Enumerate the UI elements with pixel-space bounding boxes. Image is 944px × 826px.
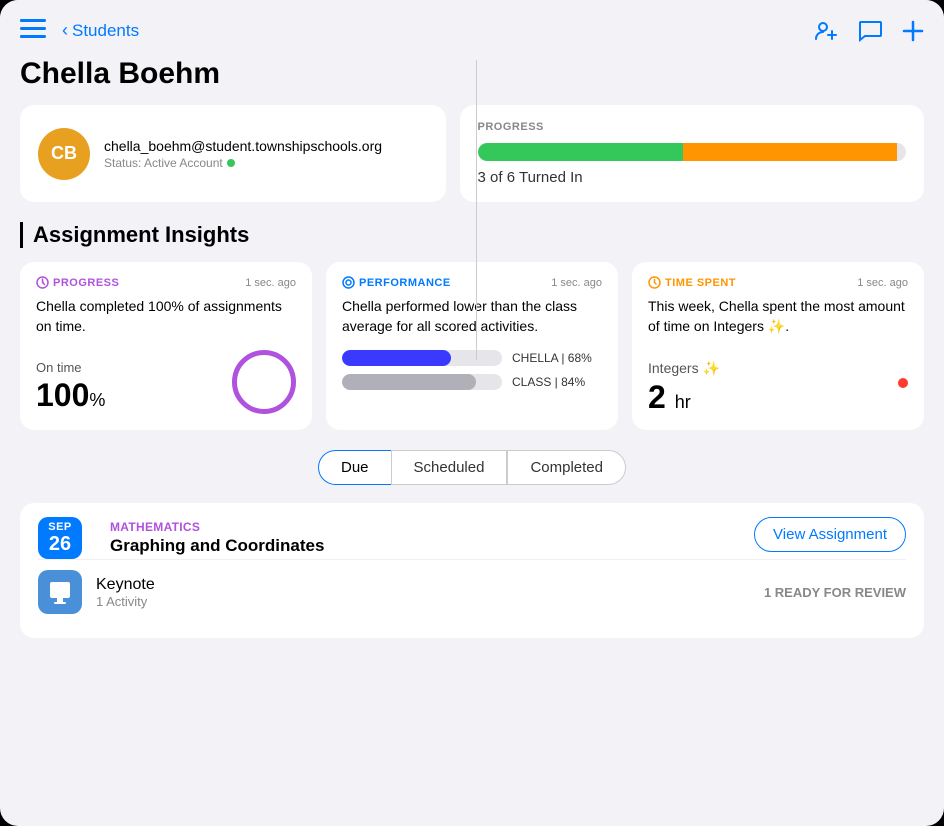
insight-card-performance: PERFORMANCE 1 sec. ago Chella performed … — [326, 262, 618, 430]
insight-header-time: TIME SPENT 1 sec. ago — [648, 276, 908, 289]
keynote-icon — [38, 570, 82, 614]
chella-bar-fill — [342, 350, 451, 366]
insight-bottom-progress: On time 100% — [36, 350, 296, 414]
class-bar-bg — [342, 374, 502, 390]
top-bar-right — [814, 19, 924, 43]
view-assignment-button[interactable]: View Assignment — [754, 517, 906, 552]
on-time-label: On time — [36, 360, 105, 375]
assignment-subject: MATHEMATICS — [110, 520, 324, 534]
progress-bar-orange — [683, 143, 897, 161]
performance-type-label: PERFORMANCE — [359, 277, 451, 289]
on-time-value: 100% — [36, 377, 105, 414]
assignment-date-badge: SEP 26 — [38, 517, 82, 559]
profile-status: Status: Active Account — [104, 156, 382, 170]
profile-card: CB chella_boehm@student.townshipschools.… — [20, 105, 446, 202]
back-button[interactable]: ‹ Students — [62, 20, 139, 41]
insight-type-time: TIME SPENT — [648, 276, 736, 289]
insight-time-progress: 1 sec. ago — [245, 277, 296, 289]
filter-tab-due[interactable]: Due — [318, 450, 391, 485]
insights-section-title: Assignment Insights — [20, 222, 924, 248]
activity-left: Keynote 1 Activity — [38, 570, 155, 614]
chella-bar-row: CHELLA | 68% — [342, 350, 602, 366]
time-dot-icon — [898, 378, 908, 388]
insight-card-progress: PROGRESS 1 sec. ago Chella completed 100… — [20, 262, 312, 430]
insight-header-performance: PERFORMANCE 1 sec. ago — [342, 276, 602, 289]
message-button[interactable] — [858, 20, 882, 42]
insight-desc-time: This week, Chella spent the most amount … — [648, 297, 908, 336]
chella-bar-bg — [342, 350, 502, 366]
assignment-header: SEP 26 MATHEMATICS Graphing and Coordina… — [38, 517, 906, 559]
progress-type-label: PROGRESS — [53, 277, 119, 289]
activity-status: 1 READY FOR REVIEW — [764, 585, 906, 600]
status-label: Status: Active Account — [104, 156, 223, 170]
time-type-label: TIME SPENT — [665, 277, 736, 289]
assignment-name: Graphing and Coordinates — [110, 536, 324, 556]
main-content: Chella Boehm CB chella_boehm@student.tow… — [0, 53, 944, 819]
time-bottom: Integers ✨ 2 hr — [648, 350, 908, 416]
chella-bar-label: CHELLA | 68% — [512, 351, 592, 365]
assignment-card: SEP 26 MATHEMATICS Graphing and Coordina… — [20, 503, 924, 638]
add-student-button[interactable] — [814, 19, 838, 43]
progress-bar-container — [478, 143, 906, 161]
activity-details: Keynote 1 Activity — [96, 576, 155, 609]
insight-card-time: TIME SPENT 1 sec. ago This week, Chella … — [632, 262, 924, 430]
progress-bar-green — [478, 143, 684, 161]
page-title: Chella Boehm — [20, 57, 924, 91]
time-subject: Integers ✨ — [648, 360, 720, 377]
vertical-divider — [476, 60, 477, 360]
date-month: SEP — [48, 521, 72, 533]
date-day: 26 — [49, 533, 71, 555]
insight-type-progress: PROGRESS — [36, 276, 119, 289]
progress-summary: 3 of 6 Turned In — [478, 169, 906, 186]
back-label: Students — [72, 21, 139, 41]
activity-count: 1 Activity — [96, 594, 155, 609]
top-bar-left: ‹ Students — [16, 14, 139, 47]
insight-desc-performance: Chella performed lower than the class av… — [342, 297, 602, 336]
activity-row: Keynote 1 Activity 1 READY FOR REVIEW — [38, 559, 906, 624]
time-value: 2 hr — [648, 379, 720, 416]
perf-bars: CHELLA | 68% CLASS | 84% — [342, 350, 602, 390]
circle-indicator — [232, 350, 296, 414]
assignment-header-row: SEP 26 MATHEMATICS Graphing and Coordina… — [38, 517, 324, 559]
chevron-left-icon: ‹ — [62, 20, 68, 41]
class-bar-row: CLASS | 84% — [342, 374, 602, 390]
filter-tab-scheduled[interactable]: Scheduled — [391, 450, 508, 485]
progress-card: PROGRESS 3 of 6 Turned In — [460, 105, 924, 202]
class-bar-fill — [342, 374, 476, 390]
insight-stat: On time 100% — [36, 360, 105, 414]
avatar: CB — [38, 128, 90, 180]
insight-time-time: 1 sec. ago — [857, 277, 908, 289]
insight-type-performance: PERFORMANCE — [342, 276, 451, 289]
insights-row: PROGRESS 1 sec. ago Chella completed 100… — [20, 262, 924, 430]
status-dot-icon — [227, 159, 235, 167]
filter-tab-completed[interactable]: Completed — [507, 450, 626, 485]
insight-time-performance: 1 sec. ago — [551, 277, 602, 289]
assignment-info: MATHEMATICS Graphing and Coordinates — [110, 520, 324, 556]
time-stat: Integers ✨ 2 hr — [648, 350, 720, 416]
progress-section-label: PROGRESS — [478, 121, 906, 133]
top-bar: ‹ Students — [0, 0, 944, 53]
activity-name: Keynote — [96, 576, 155, 594]
filter-tabs: Due Scheduled Completed — [20, 450, 924, 485]
class-bar-label: CLASS | 84% — [512, 375, 585, 389]
insight-header-progress: PROGRESS 1 sec. ago — [36, 276, 296, 289]
profile-email: chella_boehm@student.townshipschools.org — [104, 138, 382, 154]
insight-desc-progress: Chella completed 100% of assignments on … — [36, 297, 296, 336]
add-button[interactable] — [902, 20, 924, 42]
sidebar-toggle-button[interactable] — [16, 14, 50, 47]
cards-row: CB chella_boehm@student.townshipschools.… — [20, 105, 924, 202]
profile-info: chella_boehm@student.townshipschools.org… — [104, 138, 382, 170]
